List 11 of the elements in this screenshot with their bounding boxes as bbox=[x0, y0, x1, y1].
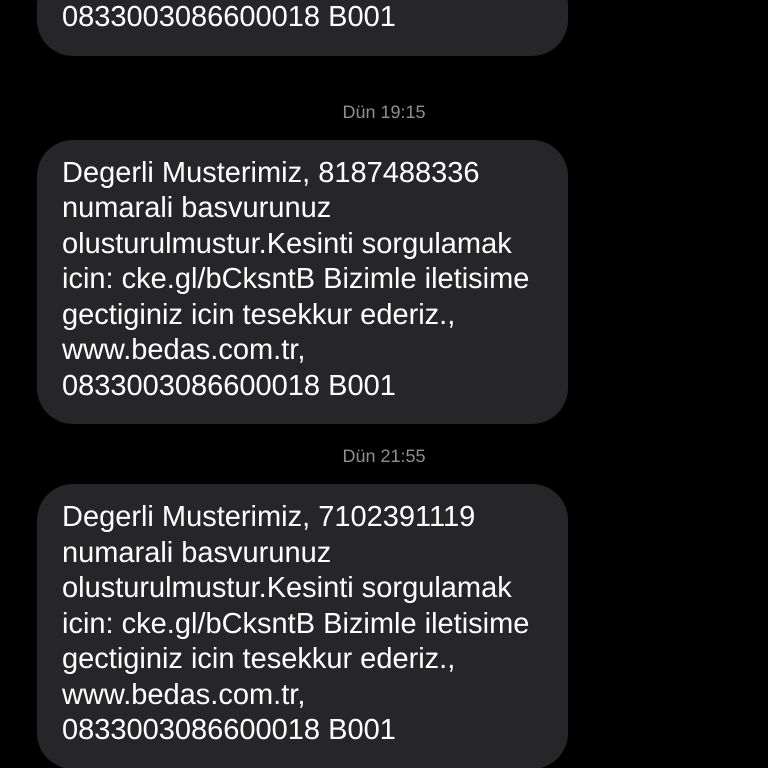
link[interactable]: cke.gl/bCksntB bbox=[122, 263, 316, 295]
message-timestamp: Dün 21:55 bbox=[341, 445, 427, 468]
link[interactable]: 8187488336 bbox=[318, 156, 480, 188]
link[interactable]: 7102391119 bbox=[318, 501, 476, 533]
message-text: Degerli Musterimiz, 7102391119 numarali basvurunuz olusturulmustur.Kesinti sorgulamak icin: cke.gl/bCksntB Bizimle iletisime gectiginiz icin tesekkur ederiz., www.bedas.com.tr, 0833003086600018 B001 bbox=[62, 500, 530, 748]
message-text: Degerli Musterimiz, 8187488336 numarali basvurunuz olusturulmustur.Kesinti sorgulamak icin: cke.gl/bCksntB Bizimle iletisime gectiginiz icin tesekkur ederiz., www.bedas.com.tr, 0833003086600018 B001 bbox=[62, 156, 530, 404]
message-text: 0833003086600018 B001 bbox=[62, 0, 397, 35]
link[interactable]: cke.gl/bCksntB bbox=[122, 608, 316, 640]
link[interactable]: www.bedas.com.tr bbox=[62, 334, 298, 366]
link[interactable]: www.bedas.com.tr bbox=[62, 678, 298, 710]
message-timestamp: Dün 19:15 bbox=[341, 100, 427, 124]
